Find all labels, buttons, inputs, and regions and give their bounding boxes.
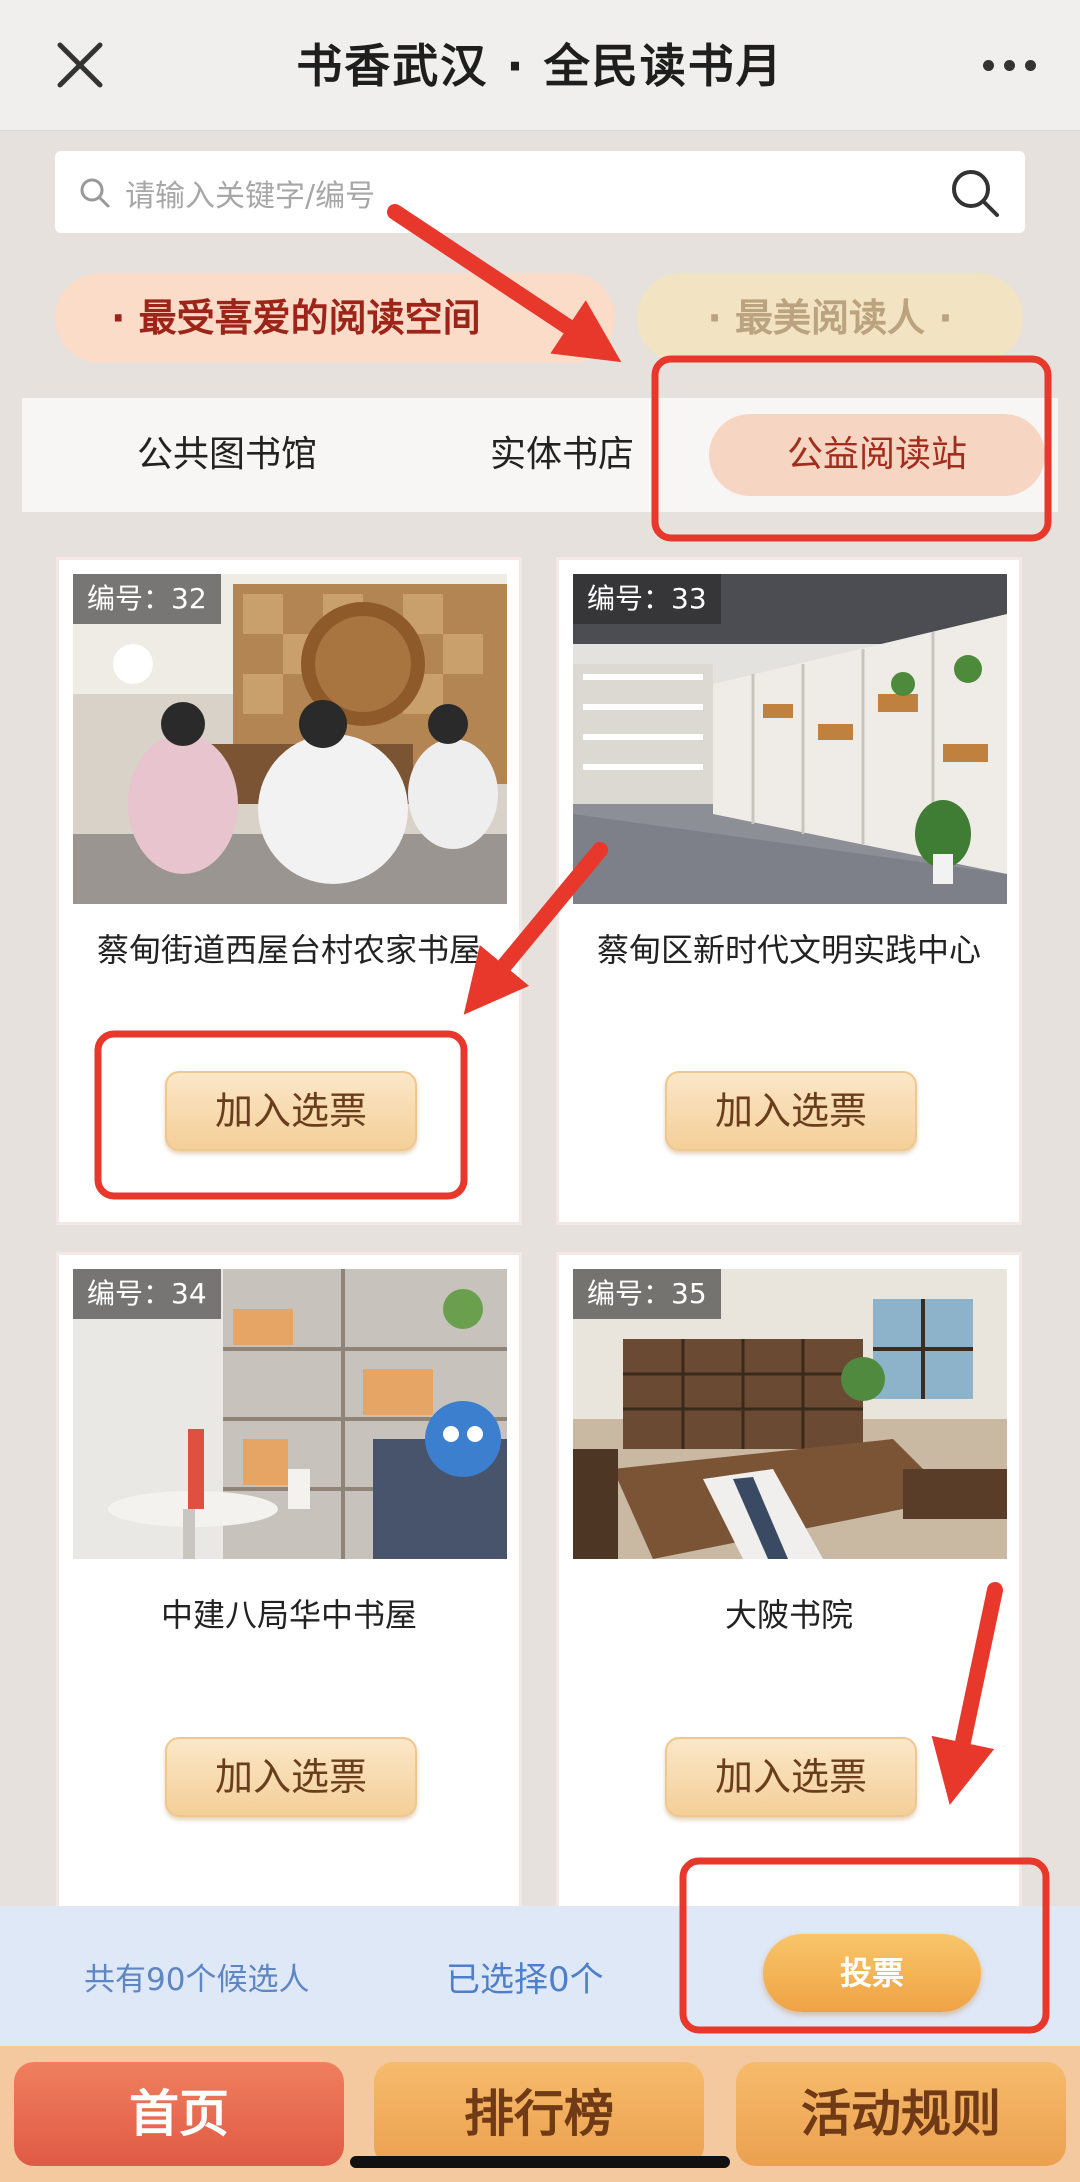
category-public-library[interactable]: 公共图书馆 [82,398,372,512]
category-bookstore[interactable]: 实体书店 [422,398,702,512]
candidate-name: 蔡甸区新时代文明实践中心 [596,931,981,969]
candidate-name: 蔡甸街道西屋台村农家书屋 [96,931,481,969]
add-to-ballot-button[interactable]: 加入选票 [165,1071,417,1151]
search-placeholder: 请输入关键字/编号 [125,179,376,214]
candidate-card: 编号：35 大陂书院 加入选票 [556,1252,1022,1920]
add-to-ballot-button[interactable]: 加入选票 [165,1737,417,1817]
category-bar: 公共图书馆 实体书店 公益阅读站 [22,398,1058,512]
candidate-card: 编号：34 中建八局华中书屋 加入选票 [56,1252,522,1920]
candidate-name: 中建八局华中书屋 [160,1596,417,1634]
home-indicator [350,2156,730,2168]
tab-best-reader[interactable]: · 最美阅读人 · [637,273,1023,363]
top-bar: 书香武汉 · 全民读书月 [0,0,1080,131]
search-icon [80,178,110,208]
nav-home[interactable]: 首页 [14,2062,344,2166]
nav-rules[interactable]: 活动规则 [736,2062,1066,2166]
search-input[interactable]: 请输入关键字/编号 [55,151,1025,233]
total-candidates-text: 共有90个候选人 [84,1962,310,1998]
page-title: 书香武汉 · 全民读书月 [296,39,784,93]
candidate-card: 编号：32 蔡甸街道西屋台村农家书屋 加入选票 [56,557,522,1225]
nav-leaderboard[interactable]: 排行榜 [374,2062,704,2166]
selected-count-text: 已选择0个 [446,1960,604,2000]
candidate-card: 编号：33 蔡甸区新时代文明实践中心 加入选票 [556,557,1022,1225]
add-to-ballot-button[interactable]: 加入选票 [665,1071,917,1151]
candidate-name: 大陂书院 [724,1596,853,1634]
candidate-photo[interactable]: 编号：35 [573,1269,1007,1559]
candidate-number-badge: 编号：33 [573,574,721,624]
search-button-icon[interactable] [949,167,1001,219]
category-charity-reading-station[interactable]: 公益阅读站 [709,414,1045,496]
candidate-photo[interactable]: 编号：34 [73,1269,507,1559]
candidate-number-badge: 编号：34 [73,1269,221,1319]
candidate-number-badge: 编号：35 [573,1269,721,1319]
add-to-ballot-button[interactable]: 加入选票 [665,1737,917,1817]
candidate-photo[interactable]: 编号：33 [573,574,1007,904]
candidate-photo[interactable]: 编号：32 [73,574,507,904]
candidate-number-badge: 编号：32 [73,574,221,624]
vote-summary-bar: 共有90个候选人 已选择0个 投票 [0,1906,1080,2046]
more-options-icon[interactable] [983,60,1036,71]
tab-favorite-reading-space[interactable]: · 最受喜爱的阅读空间 [55,273,615,363]
vote-button[interactable]: 投票 [763,1934,981,2012]
